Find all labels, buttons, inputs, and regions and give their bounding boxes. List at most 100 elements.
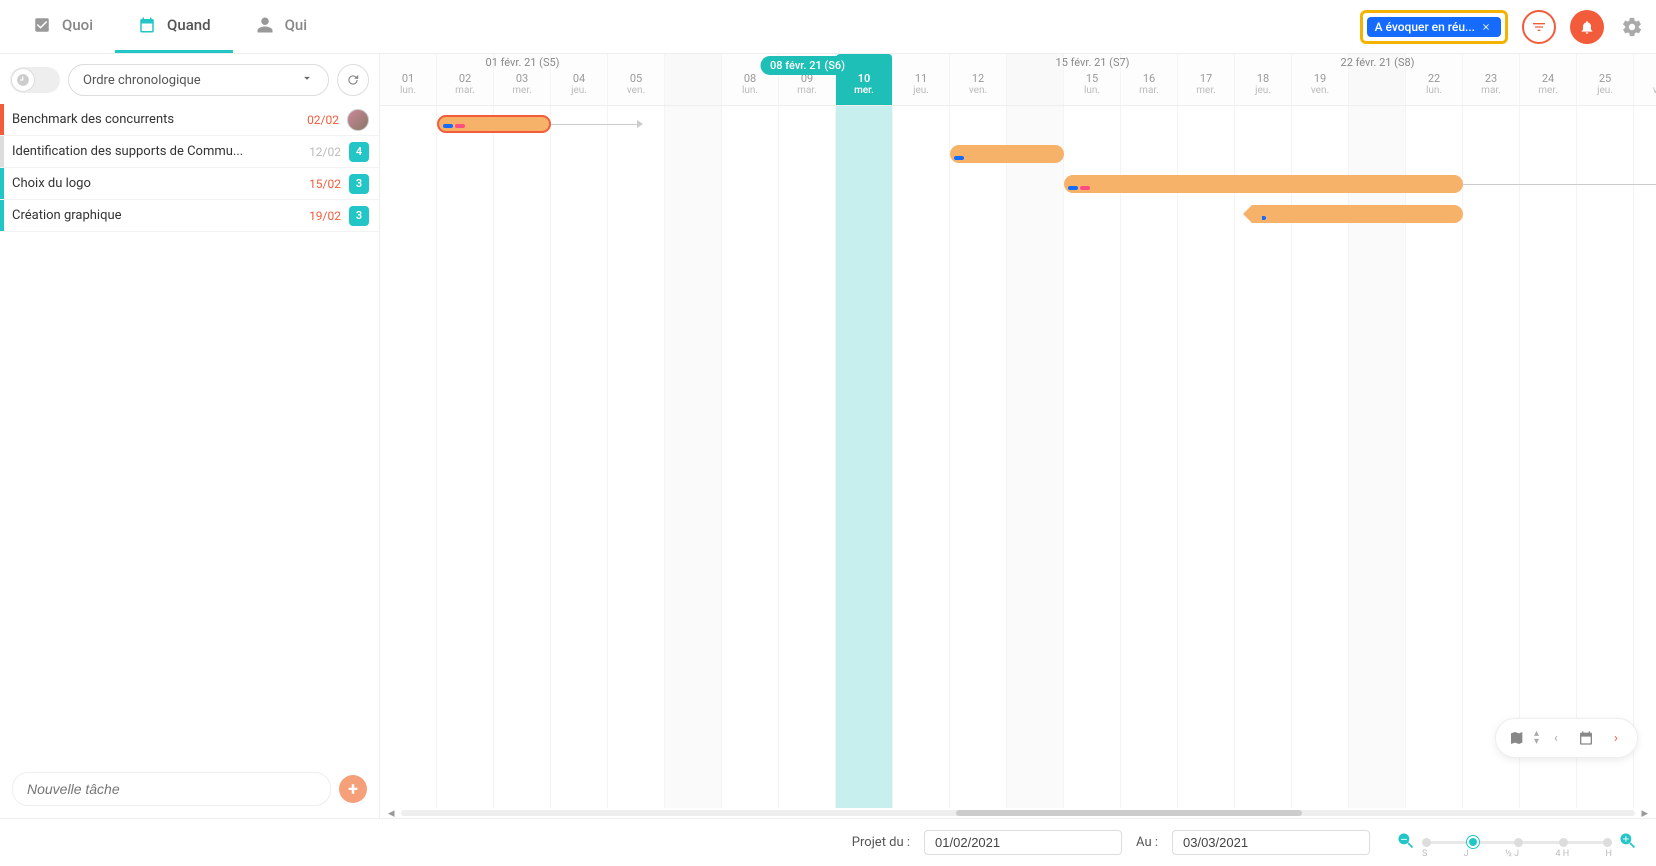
chevron-down-icon[interactable]: ▾ — [1534, 738, 1539, 746]
new-task-input[interactable] — [12, 772, 331, 806]
top-bar: Quoi Quand Qui A évoquer en réu... — [0, 0, 1656, 54]
tab-quand-label: Quand — [167, 16, 211, 34]
tag-icon — [954, 156, 964, 160]
sort-select[interactable]: Ordre chronologique — [68, 64, 329, 96]
zoom-step[interactable] — [1467, 836, 1479, 848]
task-date: 19/02 — [309, 209, 341, 223]
zoom-slider[interactable]: SJ½ J4 HH — [1422, 841, 1612, 844]
chevron-down-icon — [300, 71, 314, 89]
close-icon[interactable] — [1481, 21, 1493, 33]
task-name: Identification des supports de Commu... — [12, 144, 301, 159]
timeline-next-button[interactable]: › — [1603, 725, 1629, 751]
checkbox-icon — [32, 15, 52, 35]
day-column[interactable]: 05ven. — [608, 54, 665, 105]
refresh-button[interactable] — [337, 64, 369, 96]
task-date: 15/02 — [309, 177, 341, 191]
notifications-button[interactable] — [1570, 10, 1604, 44]
person-icon — [255, 15, 275, 35]
zoom-control: SJ½ J4 HH — [1396, 831, 1638, 855]
filter-chip-label: A évoquer en réu... — [1375, 20, 1475, 34]
sort-select-label: Ordre chronologique — [83, 73, 201, 88]
calendar-today-icon[interactable] — [1573, 725, 1599, 751]
settings-button[interactable] — [1618, 13, 1646, 41]
gantt-bar[interactable] — [950, 145, 1064, 163]
zoom-step[interactable] — [1514, 838, 1523, 847]
day-column[interactable]: 04jeu. — [551, 54, 608, 105]
timeline-prev-button[interactable]: ‹ — [1543, 725, 1569, 751]
gantt-bar[interactable] — [437, 115, 551, 133]
gantt-row — [380, 110, 1656, 138]
task-priority-bar — [0, 104, 4, 135]
task-name: Benchmark des concurrents — [12, 112, 299, 127]
gantt-bar[interactable] — [1252, 205, 1463, 223]
bottom-bar: Projet du : Au : SJ½ J4 HH — [0, 818, 1656, 866]
gantt-bar[interactable] — [1064, 175, 1463, 193]
zoom-in-icon[interactable] — [1618, 831, 1638, 855]
timeline-hscroll[interactable]: ◂ ▸ — [380, 808, 1656, 818]
zoom-step[interactable] — [1603, 838, 1612, 847]
day-column[interactable]: 26ven. — [1634, 54, 1656, 105]
day-column[interactable]: 25jeu. — [1577, 54, 1634, 105]
day-column[interactable]: 11jeu. — [893, 54, 950, 105]
tag-icon — [455, 124, 465, 128]
tag-icon — [1068, 186, 1078, 190]
timeline-nav-pill: ▴ ▾ ‹ › — [1495, 718, 1638, 758]
tag-icon — [443, 124, 453, 128]
project-from-label: Projet du : — [852, 835, 910, 850]
week-label: 08 févr. 21 (S6) — [760, 56, 855, 75]
gantt-row — [380, 140, 1656, 168]
day-column[interactable] — [665, 54, 722, 105]
clock-toggle[interactable] — [10, 67, 60, 93]
day-column[interactable]: 24mer. — [1520, 54, 1577, 105]
task-sidebar: Ordre chronologique Benchmark des concur… — [0, 54, 380, 818]
week-label: 01 févr. 21 (S5) — [486, 56, 560, 69]
add-task-button[interactable]: + — [339, 775, 367, 803]
main-tabs: Quoi Quand Qui — [10, 0, 329, 53]
week-label: 15 févr. 21 (S7) — [1056, 56, 1130, 69]
tag-icon — [1080, 186, 1090, 190]
task-count-badge: 3 — [349, 206, 369, 226]
week-label: 22 févr. 21 (S8) — [1341, 56, 1415, 69]
project-from-input[interactable] — [924, 830, 1122, 855]
zoom-step[interactable] — [1559, 838, 1568, 847]
task-date: 12/02 — [309, 145, 341, 159]
timeline: 01lun.02mar.03mer.04jeu.05ven.08lun.09ma… — [380, 54, 1656, 818]
filter-chip-highlight: A évoquer en réu... — [1360, 10, 1508, 44]
project-to-input[interactable] — [1172, 830, 1370, 855]
zoom-step-label: J — [1464, 849, 1469, 859]
task-row[interactable]: Identification des supports de Commu... … — [0, 136, 379, 168]
task-name: Création graphique — [12, 208, 301, 223]
task-row[interactable]: Création graphique 19/02 3 — [0, 200, 379, 232]
task-date: 02/02 — [307, 113, 339, 127]
zoom-step-label: 4 H — [1555, 849, 1569, 859]
calendar-icon — [137, 15, 157, 35]
map-icon[interactable] — [1504, 725, 1530, 751]
filter-chip[interactable]: A évoquer en réu... — [1367, 17, 1501, 37]
day-column[interactable]: 22lun. — [1406, 54, 1463, 105]
avatar — [347, 109, 369, 131]
day-column[interactable]: 16mar. — [1121, 54, 1178, 105]
project-to-label: Au : — [1136, 835, 1158, 850]
zoom-step-label: S — [1422, 849, 1427, 859]
filter-button[interactable] — [1522, 10, 1556, 44]
task-count-badge: 3 — [349, 174, 369, 194]
day-column[interactable]: 18jeu. — [1235, 54, 1292, 105]
day-column[interactable]: 12ven. — [950, 54, 1007, 105]
day-column[interactable]: 23mar. — [1463, 54, 1520, 105]
task-list: Benchmark des concurrents 02/02 Identifi… — [0, 104, 379, 760]
scroll-thumb[interactable] — [956, 810, 1302, 816]
timeline-body[interactable] — [380, 106, 1656, 808]
zoom-out-icon[interactable] — [1396, 831, 1416, 855]
zoom-step-label: ½ J — [1505, 849, 1519, 859]
tab-quand[interactable]: Quand — [115, 0, 233, 53]
day-column[interactable]: 01lun. — [380, 54, 437, 105]
tab-quoi-label: Quoi — [62, 16, 93, 34]
tab-quoi[interactable]: Quoi — [10, 0, 115, 53]
zoom-step-label: H — [1606, 849, 1612, 859]
task-row[interactable]: Benchmark des concurrents 02/02 — [0, 104, 379, 136]
day-column[interactable]: 17mer. — [1178, 54, 1235, 105]
gantt-row — [380, 170, 1656, 198]
tab-qui[interactable]: Qui — [233, 0, 330, 53]
task-row[interactable]: Choix du logo 15/02 3 — [0, 168, 379, 200]
zoom-step[interactable] — [1422, 838, 1431, 847]
